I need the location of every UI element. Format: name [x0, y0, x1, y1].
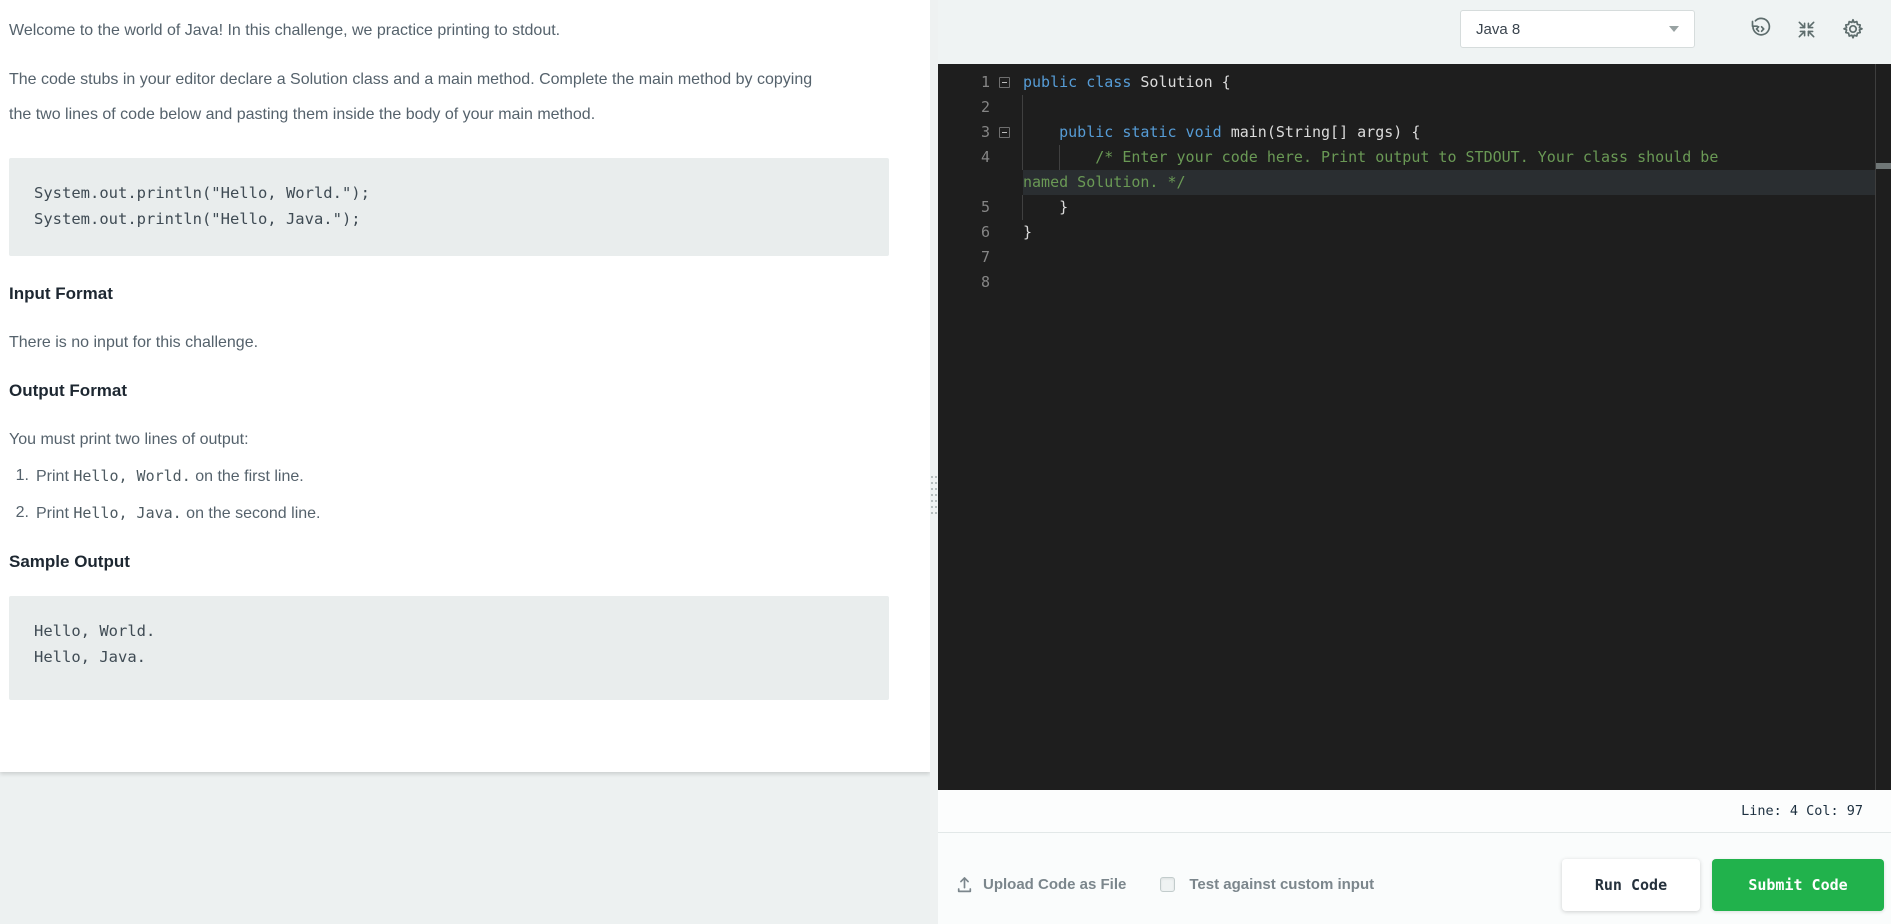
line-number: 7: [938, 245, 990, 270]
drag-handle-icon[interactable]: [931, 476, 937, 518]
list-item-post: on the first line.: [191, 468, 304, 485]
list-item-number: 1.: [9, 466, 29, 487]
line-number: 4: [938, 145, 990, 170]
reset-code-button[interactable]: [1748, 17, 1772, 41]
list-item-text: Print Hello, Java. on the second line.: [36, 503, 320, 524]
panel-resize-divider[interactable]: [930, 0, 938, 924]
run-code-button[interactable]: Run Code: [1562, 859, 1700, 911]
gutter: 5: [938, 195, 1023, 220]
problem-panel: Welcome to the world of Java! In this ch…: [0, 0, 930, 772]
reset-code-icon: [1748, 17, 1772, 41]
code-text: public class Solution {: [1023, 73, 1231, 91]
output-requirements-list: 1. Print Hello, World. on the first line.…: [9, 466, 889, 524]
list-item-number: 2.: [9, 503, 29, 524]
editor-statusbar: Line: 4 Col: 97: [938, 790, 1891, 833]
upload-code-button[interactable]: Upload Code as File: [955, 875, 1126, 894]
code-line: named Solution. */: [938, 170, 1875, 195]
intro-paragraph: Welcome to the world of Java! In this ch…: [9, 20, 889, 42]
inline-code: Hello, World.: [73, 467, 190, 485]
cursor-position-marker: [1876, 163, 1891, 169]
upload-code-label: Upload Code as File: [983, 876, 1126, 893]
language-dropdown-value: Java 8: [1476, 21, 1520, 38]
list-item-post: on the second line.: [182, 505, 321, 522]
gear-icon: [1841, 17, 1865, 41]
editor-lines: 1 public class Solution { 23 public static…: [938, 64, 1891, 295]
code-line: 1 public class Solution {: [938, 70, 1891, 95]
code-snippet-block: System.out.println("Hello, World.");Syst…: [9, 158, 889, 256]
line-number: 3: [938, 120, 990, 145]
instructions-paragraph: The code stubs in your editor declare a …: [9, 62, 814, 132]
code-text: /* Enter your code here. Print output to…: [1023, 148, 1718, 166]
gutter: [938, 170, 1023, 195]
upload-icon: [955, 875, 974, 894]
code-text: }: [1023, 198, 1068, 216]
custom-input-label: Test against custom input: [1189, 876, 1374, 893]
code-line: Hello, World.: [34, 618, 865, 644]
code-text: named Solution. */: [1023, 173, 1186, 191]
code-line: 5 }: [938, 195, 1891, 220]
code-text: public static void main(String[] args) {: [1023, 123, 1420, 141]
input-format-heading: Input Format: [9, 284, 889, 304]
code-line: 6}: [938, 220, 1891, 245]
list-item-pre: Print: [36, 468, 73, 485]
language-dropdown[interactable]: Java 8: [1460, 10, 1695, 48]
fold-marker-icon[interactable]: [999, 77, 1010, 88]
custom-input-checkbox[interactable]: [1160, 877, 1175, 892]
gutter: 2: [938, 95, 1023, 120]
line-number: 5: [938, 195, 990, 220]
output-format-intro: You must print two lines of output:: [9, 430, 889, 450]
code-text: }: [1023, 223, 1032, 241]
input-format-text: There is no input for this challenge.: [9, 333, 889, 353]
output-format-heading: Output Format: [9, 381, 889, 401]
line-number: 6: [938, 220, 990, 245]
code-line: 7: [938, 245, 1891, 270]
code-line: System.out.println("Hello, Java.");: [34, 206, 865, 232]
sample-output-heading: Sample Output: [9, 552, 889, 572]
problem-column: Welcome to the world of Java! In this ch…: [0, 0, 930, 924]
editor-column: Java 8: [938, 0, 1891, 924]
fold-marker-icon[interactable]: [999, 127, 1010, 138]
code-editor[interactable]: 1 public class Solution { 23 public static…: [938, 64, 1891, 790]
cursor-position-text: Line: 4 Col: 97: [1741, 803, 1863, 819]
collapse-editor-button[interactable]: [1795, 18, 1818, 41]
editor-toolbar: Java 8: [938, 0, 1891, 64]
code-line: 4 /* Enter your code here. Print output …: [938, 145, 1891, 170]
line-number: 8: [938, 270, 990, 295]
editor-toolbar-icons: [1725, 17, 1865, 41]
chevron-down-icon: [1669, 26, 1679, 32]
line-number: 1: [938, 70, 990, 95]
inline-code: Hello, Java.: [73, 504, 181, 522]
code-line: 8: [938, 270, 1891, 295]
editor-actionbar: Upload Code as File Test against custom …: [938, 833, 1891, 924]
gutter: 4: [938, 145, 1023, 170]
list-item: 1. Print Hello, World. on the first line.: [9, 466, 889, 487]
line-number: 2: [938, 95, 990, 120]
gutter: 8: [938, 270, 1023, 295]
list-item: 2. Print Hello, Java. on the second line.: [9, 503, 889, 524]
code-line: 2: [938, 95, 1891, 120]
custom-input-toggle[interactable]: Test against custom input: [1160, 876, 1374, 893]
code-line: Hello, Java.: [34, 644, 865, 670]
gutter: 1: [938, 70, 1023, 95]
editor-scrollbar[interactable]: [1876, 64, 1891, 790]
code-line: 3 public static void main(String[] args)…: [938, 120, 1891, 145]
list-item-pre: Print: [36, 505, 73, 522]
challenge-screen: Welcome to the world of Java! In this ch…: [0, 0, 1891, 924]
sample-output-block: Hello, World.Hello, Java.: [9, 596, 889, 700]
collapse-icon: [1795, 18, 1818, 41]
gutter: 6: [938, 220, 1023, 245]
gutter: 3: [938, 120, 1023, 145]
submit-code-button[interactable]: Submit Code: [1712, 859, 1884, 911]
gutter: 7: [938, 245, 1023, 270]
code-line: System.out.println("Hello, World.");: [34, 180, 865, 206]
settings-button[interactable]: [1841, 17, 1865, 41]
list-item-text: Print Hello, World. on the first line.: [36, 466, 304, 487]
